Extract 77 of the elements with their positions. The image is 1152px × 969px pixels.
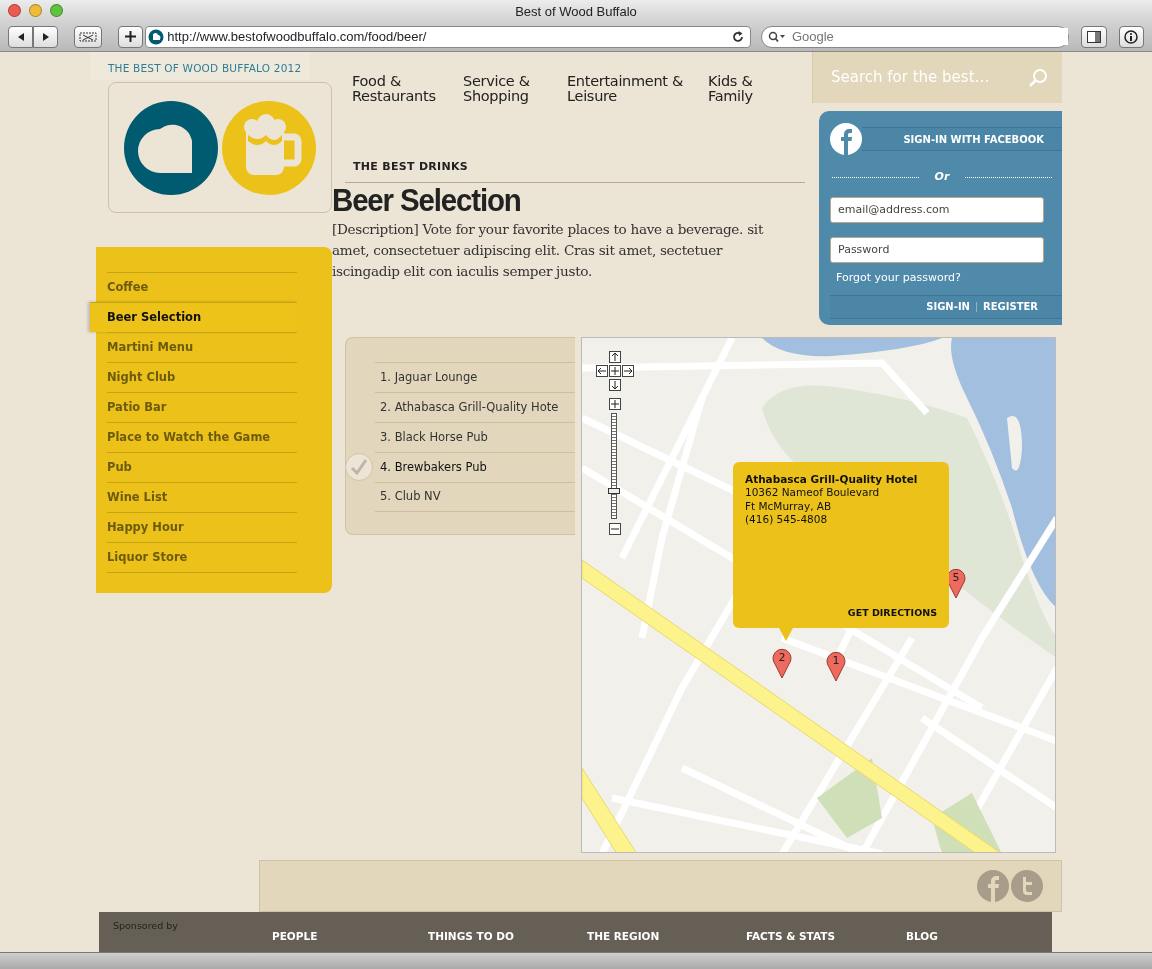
- snippet-button[interactable]: [74, 25, 102, 48]
- map-marker[interactable]: 1: [826, 650, 846, 682]
- sidebar-item[interactable]: Pub: [107, 452, 297, 482]
- site-tagline[interactable]: THE BEST OF WOOD BUFFALO 2012: [90, 52, 310, 80]
- place-phone: (416) 545-4808: [745, 513, 829, 527]
- info-icon: [1124, 29, 1139, 44]
- minimize-button[interactable]: [29, 4, 42, 17]
- pan-down-icon[interactable]: [609, 379, 621, 391]
- scissors-icon: [79, 30, 97, 43]
- place-list-item[interactable]: 3. Black Horse Pub: [375, 422, 575, 452]
- place-city: Ft McMurray, AB: [745, 499, 833, 514]
- facebook-sign-in-button[interactable]: SIGN-IN WITH FACEBOOK: [862, 127, 1062, 151]
- sidebar-item[interactable]: Beer Selection: [90, 302, 297, 332]
- map-marker[interactable]: 2: [772, 647, 792, 679]
- logo-card[interactable]: [108, 82, 332, 213]
- footer-link[interactable]: THE REGION: [587, 929, 660, 945]
- back-button[interactable]: [8, 25, 33, 48]
- nav-link[interactable]: Entertainment & Leisure: [567, 74, 708, 105]
- forward-arrow-icon: [40, 31, 51, 42]
- sidebar-item[interactable]: Place to Watch the Game: [107, 422, 297, 452]
- place-name: Athabasca Grill-Quality Hotel: [745, 473, 919, 487]
- forgot-password-link[interactable]: Forgot your password?: [836, 269, 961, 286]
- sponsored-label: Sponsored by: [113, 919, 178, 933]
- section-eyebrow: THE BEST DRINKS: [353, 159, 470, 176]
- pan-center-icon[interactable]: [609, 365, 621, 377]
- password-field[interactable]: Password: [830, 236, 1044, 263]
- or-divider: Or: [934, 169, 950, 185]
- sidebar-item[interactable]: Happy Hour: [107, 512, 297, 542]
- beer-mug-icon: [222, 100, 316, 195]
- place-list-item[interactable]: 1. Jaguar Lounge: [375, 362, 575, 392]
- nav-link[interactable]: Kids & Family: [708, 74, 788, 105]
- site-icon: [148, 28, 165, 45]
- pan-right-icon[interactable]: [622, 365, 634, 377]
- pan-up-icon[interactable]: [609, 351, 621, 363]
- plus-icon: [125, 31, 137, 42]
- pan-left-icon[interactable]: [596, 365, 608, 377]
- search-field[interactable]: Google: [760, 25, 1070, 48]
- address-field[interactable]: http://www.bestofwoodbuffalo.com/food/beer/: [145, 25, 751, 48]
- nav-link[interactable]: Food & Restaurants: [352, 74, 463, 105]
- nav-link[interactable]: Service & Shopping: [463, 74, 567, 105]
- zoom-out-icon[interactable]: [609, 523, 621, 535]
- close-button[interactable]: [8, 4, 21, 17]
- zoom-in-icon[interactable]: [609, 398, 621, 410]
- reload-icon[interactable]: [731, 30, 744, 43]
- panel-icon: [1087, 30, 1102, 43]
- site-search-field[interactable]: Search for the best…: [829, 65, 1028, 90]
- sidebar-item[interactable]: Wine List: [107, 482, 297, 512]
- add-bookmark-button[interactable]: [118, 25, 144, 48]
- search-icon: [767, 30, 786, 43]
- place-list-item[interactable]: 2. Athabasca Grill-Quality Hote: [375, 392, 575, 422]
- footer-link[interactable]: THINGS TO DO: [428, 929, 514, 945]
- zoom-button[interactable]: [50, 4, 63, 17]
- footer-link[interactable]: FACTS & STATS: [746, 929, 835, 945]
- page-title: Beer Selection: [332, 182, 522, 219]
- footer-link[interactable]: BLOG: [906, 929, 938, 945]
- description: [Description] Vote for your favorite places to have a beverage. sit amet, consectetuer adipiscing elit. Cras sit amet, sectetuer iscingadip elit con iaculis semper justo.: [332, 219, 765, 282]
- sidebar-item[interactable]: Night Club: [107, 362, 297, 392]
- register-button[interactable]: REGISTER: [977, 299, 1044, 314]
- email-field[interactable]: email@address.com: [830, 196, 1044, 223]
- window-title: Best of Wood Buffalo: [515, 3, 637, 19]
- facebook-icon: [830, 123, 862, 155]
- forward-button[interactable]: [33, 25, 58, 48]
- info-button[interactable]: [1118, 25, 1144, 48]
- sidebar-item[interactable]: Patio Bar: [107, 392, 297, 422]
- place-list-item[interactable]: 4. Brewbakers Pub: [375, 452, 575, 482]
- url-text: http://www.bestofwoodbuffalo.com/food/beer/: [167, 29, 428, 44]
- place-list-item[interactable]: 5. Club NV: [375, 482, 575, 512]
- zoom-slider-track[interactable]: [611, 413, 617, 519]
- footer-link[interactable]: PEOPLE: [272, 929, 318, 945]
- sidebar-toggle-button[interactable]: [1081, 25, 1107, 48]
- place-address: 10362 Nameof Boulevard: [745, 486, 881, 500]
- zoom-slider-thumb[interactable]: [608, 488, 620, 494]
- sign-in-button[interactable]: SIGN-IN: [920, 299, 976, 314]
- sidebar-item[interactable]: Liquor Store: [107, 542, 297, 572]
- search-bar[interactable]: Search for the best…: [812, 52, 1062, 103]
- get-directions-link[interactable]: GET DIRECTIONS: [847, 606, 937, 619]
- sidebar-item[interactable]: Martini Menu: [107, 332, 297, 362]
